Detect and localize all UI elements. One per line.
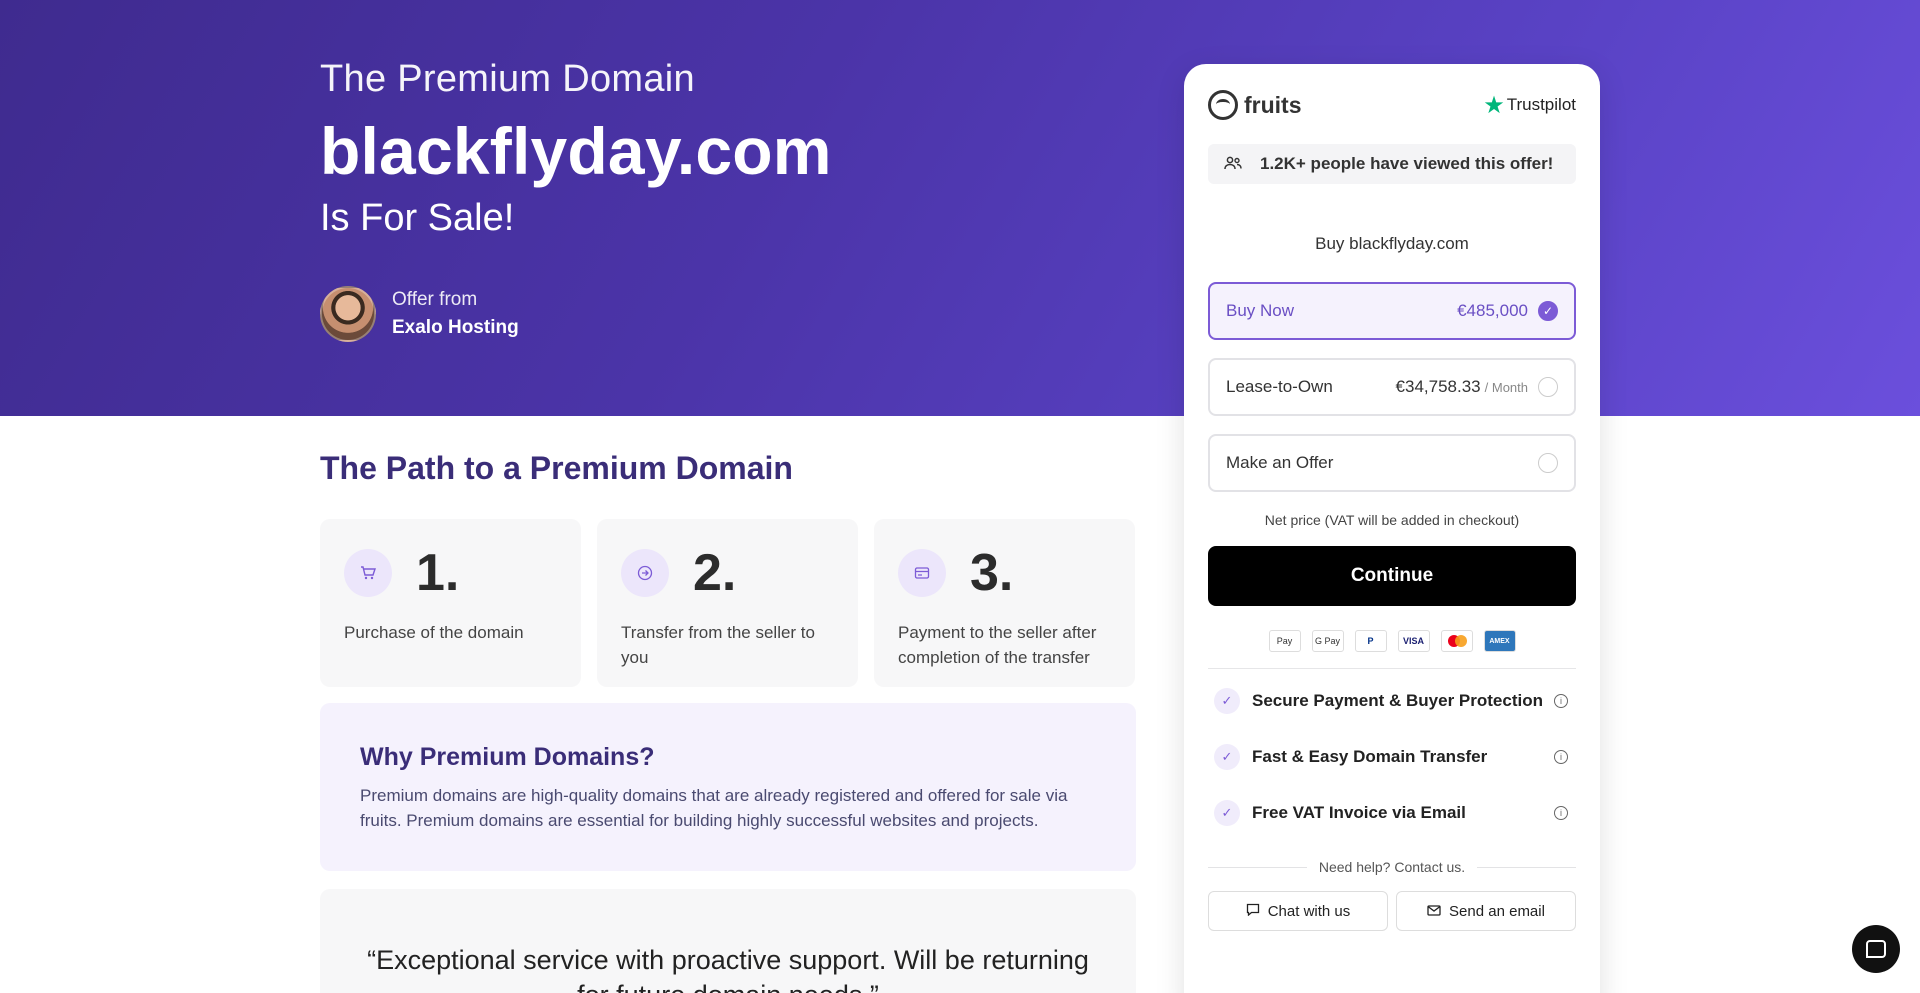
check-icon: ✓ — [1214, 744, 1240, 770]
email-button[interactable]: Send an email — [1396, 891, 1576, 931]
option-lease-to-own[interactable]: Lease-to-Own €34,758.33 / Month — [1208, 358, 1576, 416]
help-divider: Need help? Contact us. — [1208, 859, 1576, 875]
brand-logo[interactable]: fruits — [1208, 90, 1302, 120]
seller-label: Offer from — [392, 289, 478, 310]
why-title: Why Premium Domains? — [360, 743, 655, 771]
step-text: Payment to the seller after completion o… — [898, 623, 1097, 667]
divider — [1208, 668, 1576, 669]
option-price: €485,000 — [1457, 301, 1528, 320]
continue-button[interactable]: Continue — [1208, 546, 1576, 606]
seller-info: Offer from Exalo Hosting — [320, 286, 832, 342]
radio-checked-icon[interactable]: ✓ — [1538, 301, 1558, 321]
feature-row: ✓ Free VAT Invoice via Email i — [1208, 797, 1576, 829]
check-icon: ✓ — [1214, 688, 1240, 714]
buy-title: Buy blackflyday.com — [1315, 234, 1469, 253]
info-icon[interactable]: i — [1554, 806, 1568, 820]
contact-buttons: Chat with us Send an email — [1208, 891, 1576, 931]
feature-label: Secure Payment & Buyer Protection — [1252, 691, 1543, 710]
step-card: 2. Transfer from the seller to you — [597, 519, 858, 687]
hero-post-title: Is For Sale! — [320, 197, 515, 239]
star-icon: ★ — [1483, 91, 1505, 119]
path-title: The Path to a Premium Domain — [320, 450, 793, 486]
step-number: 1. — [416, 544, 460, 602]
option-label: Buy Now — [1226, 301, 1295, 320]
seller-text: Offer from Exalo Hosting — [392, 289, 519, 339]
net-price-note: Net price (VAT will be added in checkout… — [1264, 512, 1520, 528]
option-price: €34,758.33 — [1395, 377, 1481, 396]
trustpilot-label: Trustpilot — [1506, 95, 1576, 114]
step-card: 1. Purchase of the domain — [320, 519, 581, 687]
purchase-card: fruits ★ Trustpilot 1.2K+ people have vi… — [1184, 64, 1600, 993]
card-header: fruits ★ Trustpilot — [1208, 86, 1576, 124]
brand-name: fruits — [1244, 91, 1302, 118]
apple-pay-icon: Pay — [1268, 630, 1301, 652]
seller-name: Exalo Hosting — [392, 317, 519, 338]
mastercard-icon — [1440, 630, 1473, 652]
chat-label: Chat with us — [1267, 902, 1351, 920]
main-content: The Path to a Premium Domain 1. Purchase… — [320, 450, 1136, 993]
step-text: Transfer from the seller to you — [621, 623, 815, 667]
step-number: 2. — [693, 544, 737, 602]
testimonial: “Exceptional service with proactive supp… — [320, 889, 1136, 993]
option-label: Lease-to-Own — [1226, 377, 1333, 396]
chat-button[interactable]: Chat with us — [1208, 891, 1388, 931]
steps: 1. Purchase of the domain 2. Transfer fr… — [320, 519, 1136, 687]
check-icon: ✓ — [1214, 800, 1240, 826]
paypal-icon: P — [1354, 630, 1387, 652]
option-unit: / Month — [1484, 379, 1528, 395]
testimonial-text: “Exceptional service with proactive supp… — [367, 945, 1089, 993]
hero-pre-title: The Premium Domain — [320, 58, 695, 100]
mail-icon — [1427, 904, 1441, 919]
avatar — [320, 286, 376, 342]
info-icon[interactable]: i — [1554, 750, 1568, 764]
viewers-text: 1.2K+ people have viewed this offer! — [1260, 154, 1554, 173]
radio-unchecked-icon[interactable] — [1538, 453, 1558, 473]
help-text: Need help? Contact us. — [1318, 859, 1466, 875]
feature-row: ✓ Secure Payment & Buyer Protection i — [1208, 685, 1576, 717]
payment-methods: Pay G Pay P VISA AMEX — [1208, 630, 1576, 652]
option-buy-now[interactable]: Buy Now €485,000 ✓ — [1208, 282, 1576, 340]
option-make-offer[interactable]: Make an Offer — [1208, 434, 1576, 492]
google-pay-icon: G Pay — [1311, 630, 1344, 652]
card-icon — [898, 549, 946, 597]
email-label: Send an email — [1449, 902, 1545, 920]
visa-icon: VISA — [1397, 630, 1430, 652]
step-text: Purchase of the domain — [344, 623, 524, 642]
step-card: 3. Payment to the seller after completio… — [874, 519, 1135, 687]
feature-label: Fast & Easy Domain Transfer — [1252, 747, 1488, 766]
fruits-logo-icon — [1208, 90, 1238, 120]
users-icon — [1224, 156, 1242, 173]
chat-widget-button[interactable] — [1852, 925, 1900, 973]
why-text: Premium domains are high-quality domains… — [360, 786, 1068, 830]
chat-bubble-icon — [1866, 940, 1886, 958]
feature-row: ✓ Fast & Easy Domain Transfer i — [1208, 741, 1576, 773]
chat-icon — [1246, 903, 1260, 919]
domain-name: blackflyday.com — [320, 114, 832, 188]
amex-icon: AMEX — [1483, 630, 1516, 652]
info-icon[interactable]: i — [1554, 694, 1568, 708]
trustpilot-badge[interactable]: ★ Trustpilot — [1483, 91, 1576, 120]
step-number: 3. — [970, 544, 1014, 602]
hero-banner: The Premium Domain blackflyday.com Is Fo… — [0, 0, 1920, 416]
option-label: Make an Offer — [1226, 453, 1334, 472]
viewers-banner: 1.2K+ people have viewed this offer! — [1208, 144, 1576, 184]
arrow-circle-icon — [621, 549, 669, 597]
hero-content: The Premium Domain blackflyday.com Is Fo… — [320, 58, 832, 342]
radio-unchecked-icon[interactable] — [1538, 377, 1558, 397]
feature-label: Free VAT Invoice via Email — [1252, 803, 1466, 822]
cart-icon — [344, 549, 392, 597]
why-section: Why Premium Domains? Premium domains are… — [320, 703, 1136, 871]
